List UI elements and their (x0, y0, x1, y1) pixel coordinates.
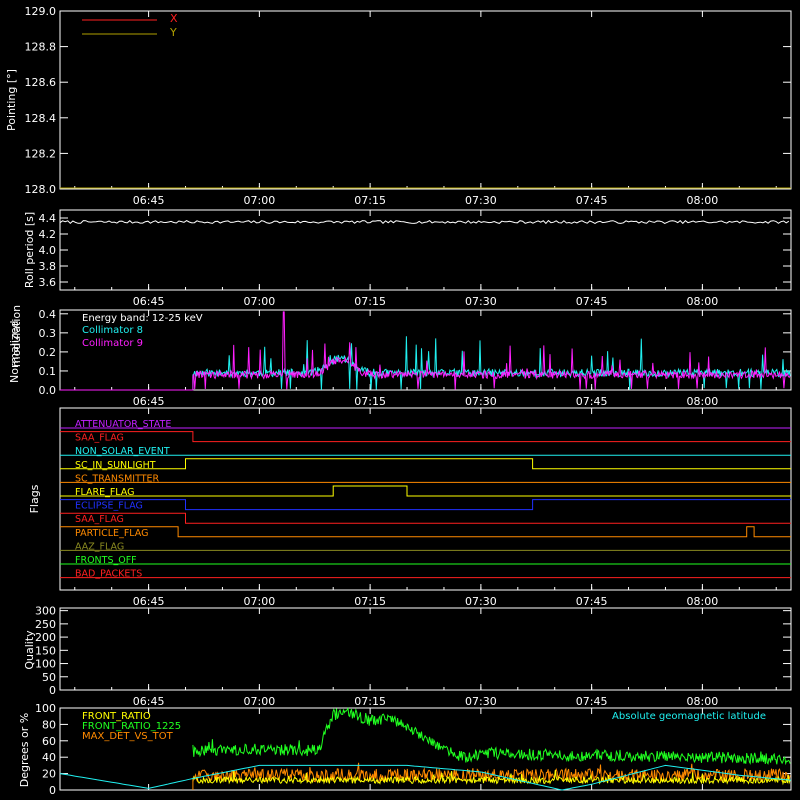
legend-y-label: Y (169, 26, 177, 39)
modulation-ytick-label: 0.0 (39, 384, 57, 397)
modulation-ytick-label: 0.1 (39, 365, 57, 378)
legend-geomagnetic-latitude: Absolute geomagnetic latitude (612, 711, 766, 722)
roll-plot: 3.6 3.8 4.0 4.2 4.4 06:45 07:00 07:15 07:30 07:45… (39, 210, 791, 308)
ratios-ylabel: Degrees or % (18, 713, 31, 787)
pointing-xtick-label: 06:45 (133, 194, 165, 207)
ratios-ytick-label: 60 (42, 735, 56, 748)
flags-xtick-label: 07:45 (576, 595, 608, 608)
quality-ytick-label: 250 (35, 618, 56, 631)
flag-trace (60, 499, 791, 511)
pointing-ylabel: Pointing [°] (5, 69, 18, 131)
roll-xtick-label: 07:00 (244, 295, 276, 308)
roll-xtick-label: 07:30 (465, 295, 497, 308)
roll-ytick-label: 4.0 (39, 244, 57, 257)
flag-label: SAA_FLAG (75, 514, 124, 525)
legend-collimator-8: Collimator 8 (82, 325, 143, 336)
pointing-xtick-label: 07:45 (576, 194, 608, 207)
roll-ylabel: Roll period [s] (23, 212, 36, 288)
quality-panel: Quality 05010015020025030006:45 07:00 07:1… (23, 605, 792, 708)
quality-ytick-label: 100 (35, 658, 56, 671)
flag-label: ECLIPSE_FLAG (75, 501, 143, 512)
modulation-ytick-label: 0.3 (39, 327, 57, 340)
legend-max-det-vs-tot: MAX_DET_VS_TOT (82, 731, 174, 742)
pointing-ytick-label: 129.0 (25, 5, 57, 18)
modulation-ytick-label: 0.4 (39, 308, 57, 321)
flag-trace (60, 512, 791, 524)
quality-xtick-label: 07:15 (354, 695, 386, 708)
pointing-xtick-label: 08:00 (687, 194, 719, 207)
flags-xtick-label: 08:00 (687, 595, 719, 608)
pointing-ytick-label: 128.8 (25, 41, 57, 54)
roll-panel: Roll period [s] 3.6 3.8 4.0 4.2 4.4 06:45 07:0… (23, 209, 792, 308)
pointing-xtick-label: 07:15 (354, 194, 386, 207)
roll-ytick-label: 4.2 (39, 228, 57, 241)
roll-ytick-label: 3.6 (39, 276, 57, 289)
quality-ytick-label: 50 (42, 671, 56, 684)
modulation-ylabel: Normalized modulation (8, 305, 23, 383)
quality-xtick-label: 07:45 (576, 695, 608, 708)
quality-ytick-label: 0 (49, 684, 56, 697)
flag-trace (60, 431, 791, 443)
ratios-ytick-label: 100 (35, 702, 56, 715)
quality-xtick-label: 06:45 (133, 695, 165, 708)
modulation-xtick-label: 07:15 (354, 395, 386, 408)
quality-xtick-label: 08:00 (687, 695, 719, 708)
flags-xtick-label: 07:15 (354, 595, 386, 608)
ratios-ytick-label: 40 (42, 751, 56, 764)
plot-canvas: Pointing [°] 128.0 128.2 128.4 128.6 128.8 12… (0, 0, 800, 800)
modulation-ytick-label: 0.2 (39, 346, 57, 359)
ratios-ytick-label: 80 (42, 718, 56, 731)
flags-xtick-label: 07:00 (244, 595, 276, 608)
quality-xtick-label: 07:00 (244, 695, 276, 708)
modulation-xtick-label: 07:00 (244, 395, 276, 408)
flags-ylabel: Flags (28, 484, 41, 513)
quality-plot: 050100150200250300 06:45 07:00 07:15 07:30 07… (35, 605, 791, 708)
flags-panel: Flags 06:45 07:00 07:15 07:30 07:45 08:00ATTE… (28, 407, 792, 608)
pointing-plot: 128.0 128.2 128.4 128.6 128.8 129.0 06:45 07:00… (25, 5, 791, 207)
quality-ytick-label: 200 (35, 631, 56, 644)
flags-frame (59, 407, 792, 591)
modulation-legend-title: Energy band: 12-25 keV (82, 313, 203, 324)
modulation-series-collimator-8 (60, 336, 791, 391)
ratios-ytick-label: 0 (49, 784, 56, 797)
roll-period-line (59, 219, 790, 225)
legend-x-label: X (170, 12, 178, 25)
modulation-xtick-label: 07:30 (465, 395, 497, 408)
flags-xtick-label: 07:30 (465, 595, 497, 608)
modulation-xtick-label: 06:45 (133, 395, 165, 408)
quality-ytick-label: 300 (35, 605, 56, 618)
flag-trace (60, 458, 791, 470)
pointing-ytick-label: 128.4 (25, 112, 57, 125)
flags-xtick-label: 06:45 (133, 595, 165, 608)
modulation-xtick-label: 07:45 (576, 395, 608, 408)
modulation-panel: Normalized modulation 0.0 0.1 0.2 0.3 0.4 06:… (8, 305, 792, 408)
quality-ytick-label: 150 (35, 644, 56, 657)
roll-ytick-label: 3.8 (39, 260, 57, 273)
flags-plot: 06:45 07:00 07:15 07:30 07:45 08:00ATTENUATOR… (60, 408, 791, 608)
chart-figure: Pointing [°] 128.0128.2128.4128.6128.812… (5, 5, 792, 797)
quality-xtick-label: 07:30 (465, 695, 497, 708)
flag-trace (60, 526, 791, 538)
modulation-ylabel-line2: modulation (10, 305, 23, 367)
legend-collimator-9: Collimator 9 (82, 338, 143, 349)
roll-xtick-label: 07:45 (576, 295, 608, 308)
pointing-ytick-label: 128.6 (25, 76, 57, 89)
roll-ytick-label: 4.4 (39, 212, 57, 225)
pointing-ytick-label: 128.2 (25, 147, 57, 160)
roll-xtick-label: 08:00 (687, 295, 719, 308)
pointing-xtick-label: 07:00 (244, 194, 276, 207)
pointing-xtick-label: 07:30 (465, 194, 497, 207)
modulation-xtick-label: 08:00 (687, 395, 719, 408)
pointing-panel: Pointing [°] 128.0128.2128.4128.6128.812… (5, 5, 792, 207)
ratios-panel: Degrees or % 020406080100 FRONT_RATIO FR… (18, 702, 792, 797)
flag-label: SAA_FLAG (75, 433, 124, 444)
flag-label: PARTICLE_FLAG (75, 528, 148, 539)
roll-xtick-label: 06:45 (133, 295, 165, 308)
quality-frame (59, 607, 792, 691)
pointing-ytick-label: 128.0 (25, 183, 57, 196)
ratios-ytick-label: 20 (42, 768, 56, 781)
roll-xtick-label: 07:15 (354, 295, 386, 308)
flag-trace (60, 485, 791, 497)
